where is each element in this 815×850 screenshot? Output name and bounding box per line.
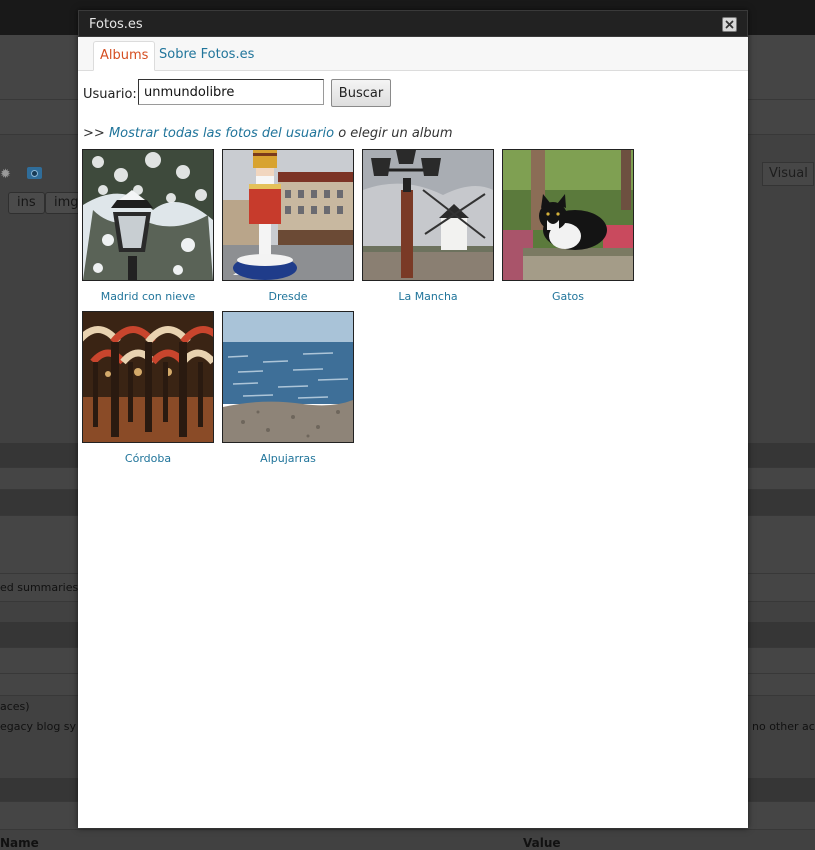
album-item[interactable]: La Mancha	[362, 149, 494, 303]
bg-text: aces)	[0, 700, 30, 713]
album-thumbnail[interactable]	[222, 311, 354, 443]
fotos-dialog: Fotos.es Albums Sobre Fotos.es Usuario: …	[78, 10, 748, 828]
album-title[interactable]: Córdoba	[82, 452, 214, 465]
album-title[interactable]: Alpujarras	[222, 452, 354, 465]
buscar-button[interactable]: Buscar	[331, 79, 391, 107]
close-icon	[725, 20, 734, 29]
usuario-label: Usuario:	[83, 87, 137, 102]
album-item[interactable]: Córdoba	[82, 311, 214, 465]
bg-ins-button: ins	[8, 192, 45, 214]
album-title[interactable]: Madrid con nieve	[82, 290, 214, 303]
gear-icon: ✹	[0, 167, 11, 182]
bg-text: ed summaries	[0, 581, 79, 594]
tab-sobre-fotos[interactable]: Sobre Fotos.es	[153, 41, 260, 71]
dialog-titlebar: Fotos.es	[78, 10, 748, 37]
tab-bar: Albums Sobre Fotos.es	[78, 37, 748, 71]
album-thumbnail[interactable]	[82, 149, 214, 281]
album-title[interactable]: La Mancha	[362, 290, 494, 303]
usuario-input[interactable]	[138, 79, 324, 105]
mezquita-arches-photo	[83, 312, 213, 442]
bg-text: egacy blog sy	[0, 720, 77, 733]
bg-column-header: Name	[0, 836, 39, 850]
cat-photo	[503, 150, 633, 280]
bg-text: no other ac	[752, 720, 815, 733]
album-item[interactable]: Gatos	[502, 149, 634, 303]
close-button[interactable]	[722, 17, 737, 32]
album-item[interactable]: Alpujarras	[222, 311, 354, 465]
snowy-tree-lamp-photo	[83, 150, 213, 280]
bg-visual-tab: Visual	[762, 162, 814, 186]
album-title[interactable]: Gatos	[502, 290, 634, 303]
album-thumbnail[interactable]	[362, 149, 494, 281]
camera-icon	[27, 167, 42, 179]
bg-column-header: Value	[523, 836, 561, 850]
dialog-title: Fotos.es	[89, 17, 143, 32]
prefix-arrows: >>	[83, 126, 105, 141]
album-thumbnail[interactable]	[222, 149, 354, 281]
windmill-lamp-photo	[363, 150, 493, 280]
nutcracker-photo	[223, 150, 353, 280]
album-item[interactable]: Dresde	[222, 149, 354, 303]
album-title[interactable]: Dresde	[222, 290, 354, 303]
album-links-row: >> Mostrar todas las fotos del usuario o…	[83, 126, 453, 141]
tab-albums[interactable]: Albums	[93, 41, 156, 71]
sea-beach-photo	[223, 312, 353, 442]
album-thumbnail[interactable]	[502, 149, 634, 281]
album-item[interactable]: Madrid con nieve	[82, 149, 214, 303]
album-thumbnail[interactable]	[82, 311, 214, 443]
show-all-photos-link[interactable]: Mostrar todas las fotos del usuario	[109, 126, 334, 141]
or-choose-album-text: o elegir un album	[338, 126, 453, 141]
